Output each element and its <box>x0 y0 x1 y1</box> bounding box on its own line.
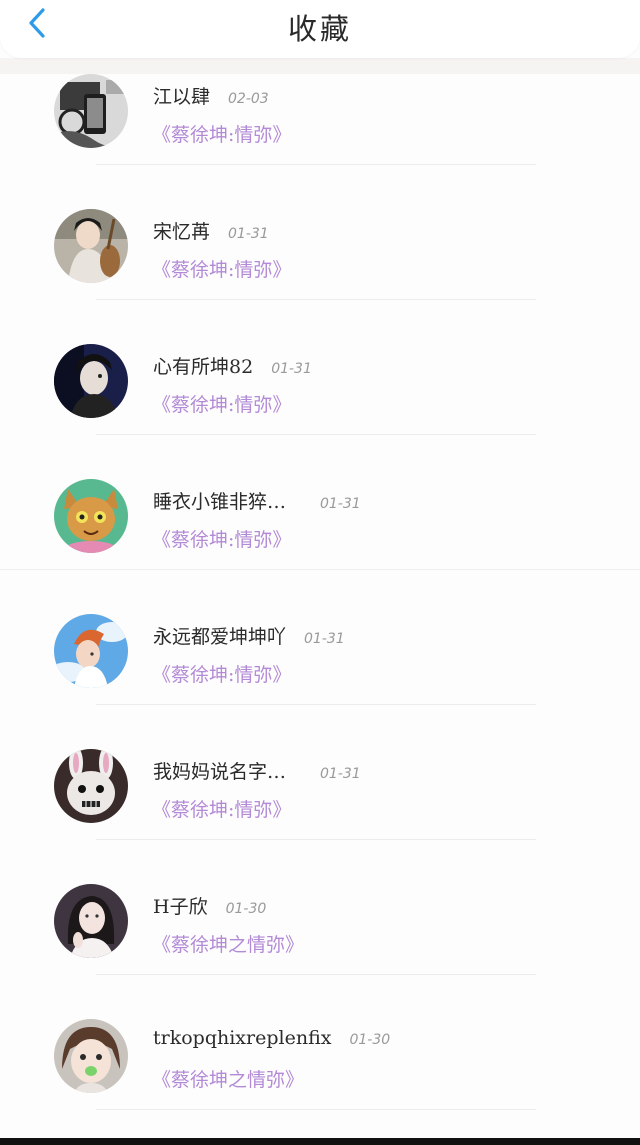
item-meta: H子欣 01-30 <box>153 892 266 919</box>
item-date: 01-31 <box>320 496 361 512</box>
avatar[interactable] <box>54 479 128 553</box>
user-name[interactable]: 我妈妈说名字… <box>153 757 286 784</box>
story-title-link[interactable]: 《蔡徐坤:情弥》 <box>152 660 291 687</box>
item-date: 01-31 <box>304 631 345 647</box>
top-bar: 收藏 <box>0 0 640 58</box>
avatar[interactable] <box>54 614 128 688</box>
item-date: 01-31 <box>228 226 269 242</box>
item-meta: 江以肆 02-03 <box>153 82 269 109</box>
list-item[interactable]: 永远都爱坤坤吖 01-31 《蔡徐坤:情弥》 <box>0 569 640 705</box>
avatar[interactable] <box>54 749 128 823</box>
story-title-link[interactable]: 《蔡徐坤:情弥》 <box>152 390 291 417</box>
avatar[interactable] <box>54 74 128 148</box>
list-item[interactable]: 江以肆 02-03 《蔡徐坤:情弥》 <box>0 74 640 165</box>
list-item[interactable]: 我妈妈说名字… 01-31 《蔡徐坤:情弥》 <box>0 704 640 840</box>
item-date: 01-31 <box>320 766 361 782</box>
bottom-edge <box>0 1138 640 1145</box>
item-date: 02-03 <box>228 91 269 107</box>
story-title-link[interactable]: 《蔡徐坤:情弥》 <box>152 525 291 552</box>
item-meta: trkopqhixreplenfix 01-30 <box>153 1027 390 1049</box>
item-date: 01-30 <box>225 901 267 917</box>
item-meta: 我妈妈说名字… 01-31 <box>153 757 361 784</box>
user-name[interactable]: 心有所坤82 <box>153 352 253 379</box>
user-name[interactable]: 睡衣小锥非猝… <box>153 487 286 514</box>
list-item[interactable]: 心有所坤82 01-31 《蔡徐坤:情弥》 <box>0 299 640 435</box>
item-meta: 宋忆苒 01-31 <box>153 217 269 244</box>
list-item[interactable]: 宋忆苒 01-31 《蔡徐坤:情弥》 <box>0 164 640 300</box>
story-title-link[interactable]: 《蔡徐坤:情弥》 <box>152 255 291 282</box>
item-meta: 心有所坤82 01-31 <box>153 352 312 379</box>
avatar[interactable] <box>54 344 128 418</box>
item-meta: 睡衣小锥非猝… 01-31 <box>153 487 361 514</box>
header-separator <box>0 58 640 74</box>
item-date: 01-31 <box>271 361 312 377</box>
list-item[interactable]: H子欣 01-30 《蔡徐坤之情弥》 <box>0 839 640 975</box>
item-date: 01-30 <box>349 1032 391 1048</box>
page-title: 收藏 <box>287 12 352 46</box>
user-name[interactable]: 江以肆 <box>153 82 210 109</box>
story-title-link[interactable]: 《蔡徐坤之情弥》 <box>152 930 304 957</box>
story-title-link[interactable]: 《蔡徐坤:情弥》 <box>152 795 291 822</box>
favorites-list: 江以肆 02-03 《蔡徐坤:情弥》 宋忆苒 01-31 《蔡徐坤:情弥》 心有… <box>0 74 640 1110</box>
story-title-link[interactable]: 《蔡徐坤:情弥》 <box>152 120 291 147</box>
user-name[interactable]: 宋忆苒 <box>153 217 210 244</box>
avatar[interactable] <box>54 1019 128 1093</box>
divider <box>96 1109 536 1110</box>
list-item[interactable]: trkopqhixreplenfix 01-30 《蔡徐坤之情弥》 <box>0 974 640 1110</box>
list-item[interactable]: 睡衣小锥非猝… 01-31 《蔡徐坤:情弥》 <box>0 434 640 570</box>
user-name[interactable]: H子欣 <box>153 892 208 919</box>
user-name[interactable]: trkopqhixreplenfix <box>153 1027 331 1049</box>
avatar[interactable] <box>54 884 128 958</box>
story-title-link[interactable]: 《蔡徐坤之情弥》 <box>152 1065 304 1092</box>
avatar[interactable] <box>54 209 128 283</box>
item-meta: 永远都爱坤坤吖 01-31 <box>153 622 345 649</box>
user-name[interactable]: 永远都爱坤坤吖 <box>153 622 286 649</box>
